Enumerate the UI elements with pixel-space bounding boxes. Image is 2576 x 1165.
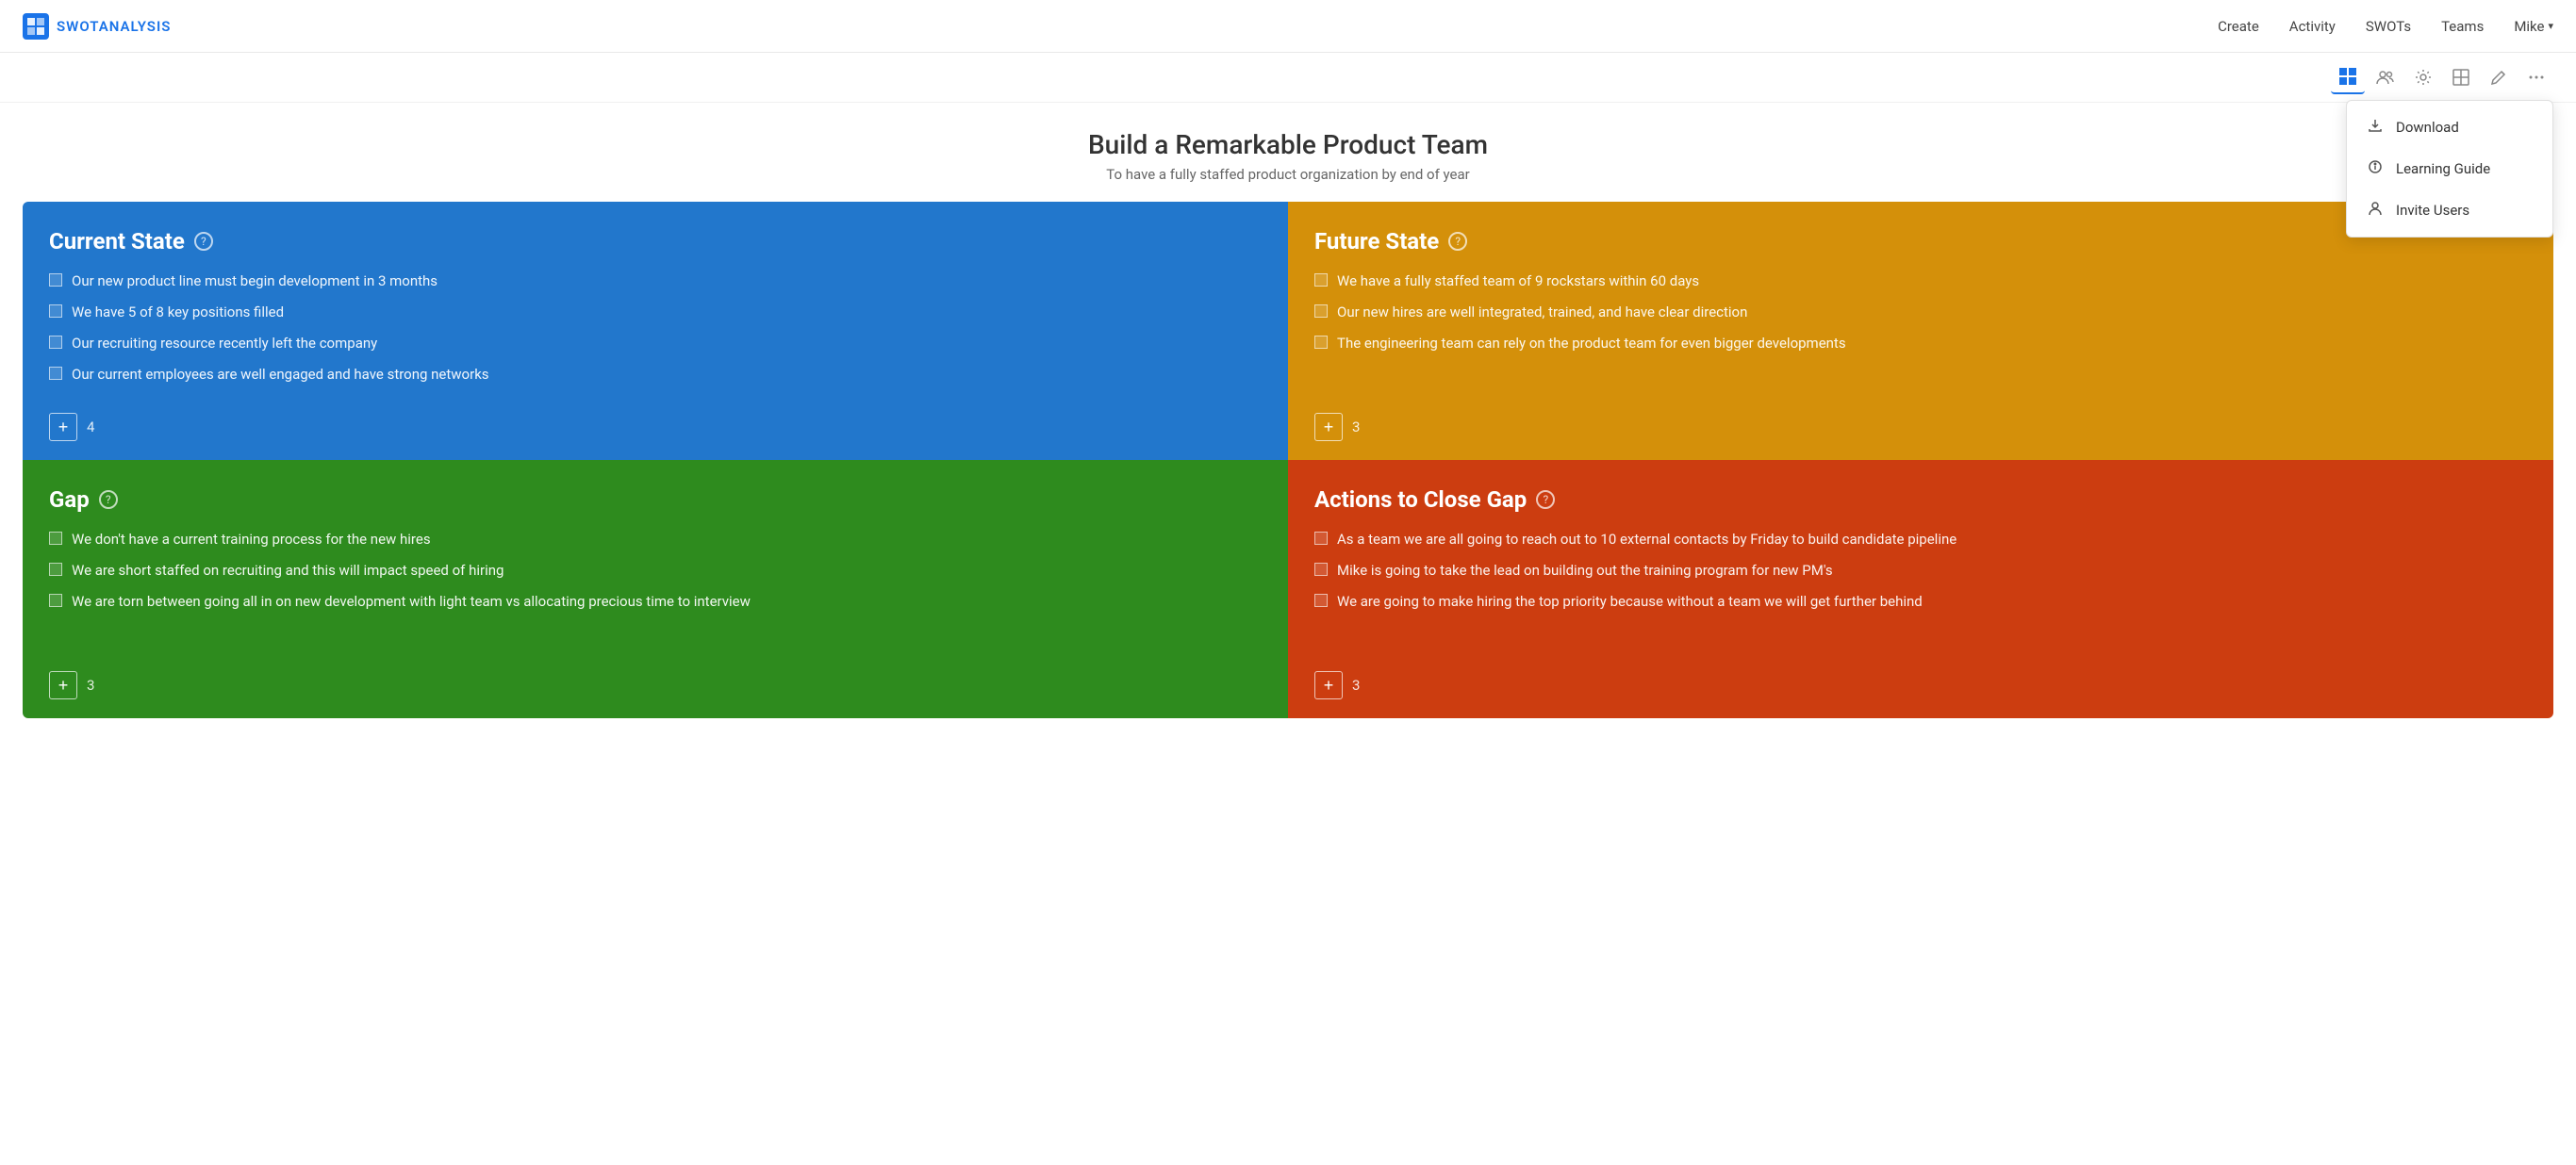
bullet-icon	[1314, 273, 1328, 287]
list-item: Our new hires are well integrated, train…	[1314, 303, 2527, 322]
person-icon	[2366, 201, 2385, 220]
future-state-add-button[interactable]: +	[1314, 413, 1343, 441]
bullet-icon	[1314, 532, 1328, 545]
toolbar	[0, 53, 2576, 103]
gap-quadrant: Gap ? We don't have a current training p…	[23, 460, 1288, 718]
bullet-icon	[49, 367, 62, 380]
page-title: Build a Remarkable Product Team	[23, 129, 2553, 160]
list-item: We have a fully staffed team of 9 rockst…	[1314, 271, 2527, 291]
current-state-items: Our new product line must begin developm…	[49, 271, 1262, 385]
future-state-help-button[interactable]: ?	[1448, 232, 1467, 251]
bullet-icon	[1314, 563, 1328, 576]
team-button[interactable]	[2369, 60, 2403, 94]
navbar: SWOTANALYSIS Create Activity SWOTs Teams…	[0, 0, 2576, 53]
list-item: Mike is going to take the lead on buildi…	[1314, 561, 2527, 581]
navbar-links: Create Activity SWOTs Teams Mike ▾	[2218, 18, 2553, 35]
current-state-title-row: Current State ?	[49, 228, 1262, 254]
page-subtitle: To have a fully staffed product organiza…	[23, 166, 2553, 183]
bullet-icon	[49, 273, 62, 287]
gap-help-button[interactable]: ?	[99, 490, 118, 509]
list-item: Our new product line must begin developm…	[49, 271, 1262, 291]
list-item: We have 5 of 8 key positions filled	[49, 303, 1262, 322]
nav-user[interactable]: Mike ▾	[2514, 18, 2553, 35]
actions-quadrant: Actions to Close Gap ? As a team we are …	[1288, 460, 2553, 718]
current-state-add-button[interactable]: +	[49, 413, 77, 441]
grid-view-button[interactable]	[2331, 60, 2365, 94]
list-item: Our current employees are well engaged a…	[49, 365, 1262, 385]
gap-title: Gap	[49, 486, 90, 513]
invite-users-item[interactable]: Invite Users	[2347, 189, 2552, 231]
bullet-icon	[1314, 304, 1328, 318]
future-state-quadrant: Future State ? We have a fully staffed t…	[1288, 202, 2553, 460]
download-icon	[2366, 118, 2385, 137]
gap-items: We don't have a current training process…	[49, 530, 1262, 643]
more-options-button[interactable]	[2519, 60, 2553, 94]
bullet-icon	[49, 532, 62, 545]
current-state-count: 4	[87, 418, 94, 435]
brand-name: SWOTANALYSIS	[57, 18, 171, 35]
current-state-title: Current State	[49, 228, 185, 254]
info-icon	[2366, 159, 2385, 178]
future-state-footer: + 3	[1314, 398, 2527, 441]
bullet-icon	[49, 563, 62, 576]
gap-add-button[interactable]: +	[49, 671, 77, 699]
list-item: We are short staffed on recruiting and t…	[49, 561, 1262, 581]
bullet-icon	[1314, 594, 1328, 607]
nav-swots[interactable]: SWOTs	[2366, 18, 2411, 35]
learning-guide-item[interactable]: Learning Guide	[2347, 148, 2552, 189]
dropdown-menu: Download Learning Guide Invite Users	[2346, 100, 2553, 238]
nav-teams[interactable]: Teams	[2441, 18, 2484, 35]
swot-grid: Current State ? Our new product line mus…	[23, 202, 2553, 718]
gap-title-row: Gap ?	[49, 486, 1262, 513]
brand-icon	[23, 13, 49, 40]
edit-button[interactable]	[2482, 60, 2516, 94]
list-item: We don't have a current training process…	[49, 530, 1262, 550]
user-chevron-icon: ▾	[2548, 20, 2553, 32]
bullet-icon	[1314, 336, 1328, 349]
bullet-icon	[49, 594, 62, 607]
current-state-quadrant: Current State ? Our new product line mus…	[23, 202, 1288, 460]
actions-title: Actions to Close Gap	[1314, 486, 1527, 513]
settings-button[interactable]	[2406, 60, 2440, 94]
list-item: We are going to make hiring the top prio…	[1314, 592, 2527, 612]
actions-add-button[interactable]: +	[1314, 671, 1343, 699]
list-item: Our recruiting resource recently left th…	[49, 334, 1262, 353]
download-item[interactable]: Download	[2347, 107, 2552, 148]
nav-activity[interactable]: Activity	[2289, 18, 2336, 35]
gap-count: 3	[87, 677, 94, 694]
brand: SWOTANALYSIS	[23, 13, 171, 40]
actions-items: As a team we are all going to reach out …	[1314, 530, 2527, 643]
actions-title-row: Actions to Close Gap ?	[1314, 486, 2527, 513]
page-header: Build a Remarkable Product Team To have …	[0, 103, 2576, 202]
list-item: We are torn between going all in on new …	[49, 592, 1262, 612]
future-state-title: Future State	[1314, 228, 1439, 254]
current-state-help-button[interactable]: ?	[194, 232, 213, 251]
future-state-count: 3	[1352, 418, 1360, 435]
bullet-icon	[49, 336, 62, 349]
future-state-items: We have a fully staffed team of 9 rockst…	[1314, 271, 2527, 385]
list-item: The engineering team can rely on the pro…	[1314, 334, 2527, 353]
bullet-icon	[49, 304, 62, 318]
list-item: As a team we are all going to reach out …	[1314, 530, 2527, 550]
layout-button[interactable]	[2444, 60, 2478, 94]
actions-count: 3	[1352, 677, 1360, 694]
current-state-footer: + 4	[49, 398, 1262, 441]
nav-create[interactable]: Create	[2218, 18, 2259, 35]
gap-footer: + 3	[49, 656, 1262, 699]
actions-help-button[interactable]: ?	[1536, 490, 1555, 509]
actions-footer: + 3	[1314, 656, 2527, 699]
